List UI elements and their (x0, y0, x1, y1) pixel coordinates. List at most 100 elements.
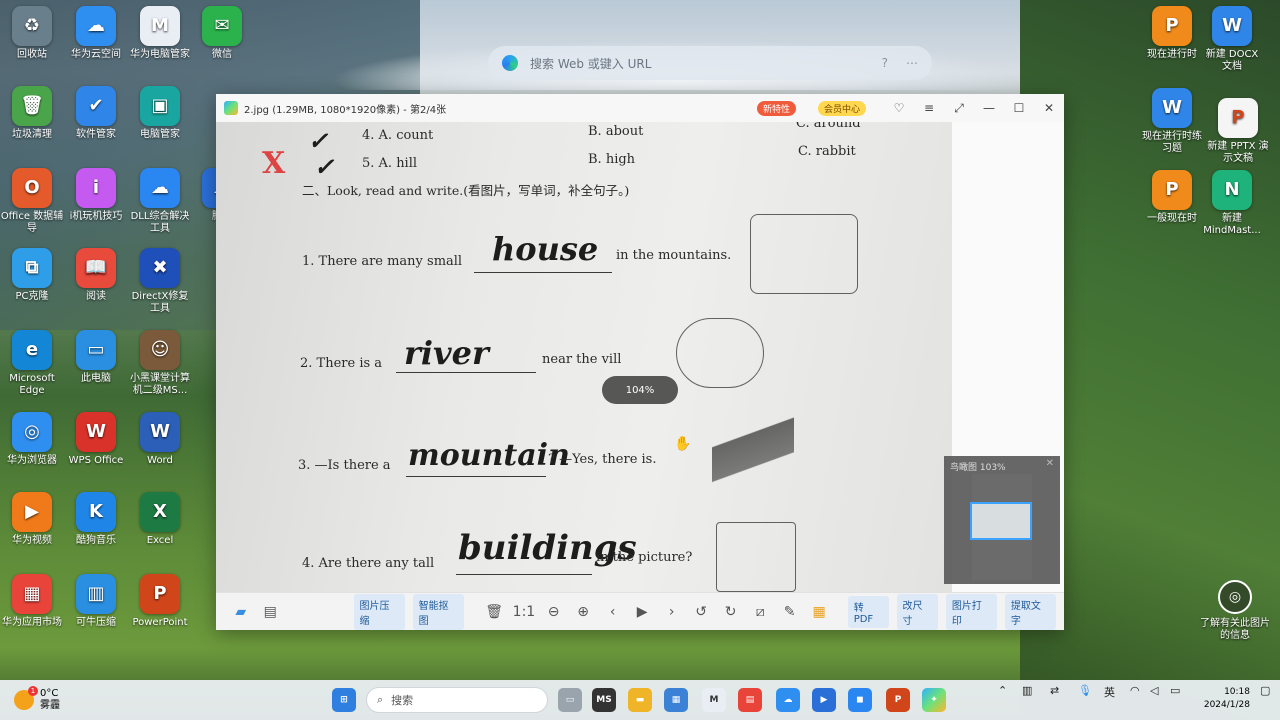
desktop-icon[interactable]: ♻ 回收站 (0, 6, 64, 61)
image-viewer-taskbar-icon[interactable]: ✦ (922, 688, 946, 712)
desktop-icon[interactable]: X Excel (128, 492, 192, 547)
close-icon[interactable]: ✕ (1034, 101, 1064, 115)
resize-button[interactable]: 改尺寸 (896, 593, 938, 630)
image-info-label[interactable]: 了解有关此图片的信息 (1198, 618, 1272, 642)
check-mark-1: ✓ (308, 126, 329, 155)
taskbar-search-label: 搜索 (391, 694, 414, 707)
navigator-viewport[interactable] (970, 502, 1032, 540)
desktop-icon[interactable]: ✖ DirectX修复工具 (128, 248, 192, 315)
taskbar-search[interactable]: ⌕ 搜索 (366, 687, 548, 713)
desktop-icon[interactable]: 📖 阅读 (64, 248, 128, 303)
image-canvas[interactable]: 4. A. count B. about C. around X ✓ ✓ 5. … (216, 122, 952, 592)
new-feature-badge[interactable]: 新特性 (756, 100, 796, 116)
show-hidden-icon[interactable]: ⌃ (998, 684, 1007, 697)
desktop-icon[interactable]: O Office 数据辅导 (0, 168, 64, 235)
desktop-icon[interactable]: W Word (128, 412, 192, 467)
rotate-left-icon[interactable]: ↺ (690, 601, 712, 623)
favorite-icon[interactable]: ♡ (884, 101, 914, 115)
volume-icon[interactable]: ◁ (1150, 684, 1158, 697)
desktop-icon[interactable]: W 新建 DOCX 文档 (1200, 6, 1264, 73)
blue-app-icon[interactable]: ▶ (812, 688, 836, 712)
ms-app-icon[interactable]: MS (592, 688, 616, 712)
help-icon[interactable]: ? (882, 56, 888, 70)
ws-line-b-c: C. rabbit (798, 144, 856, 159)
desktop-icon[interactable]: ☁ DLL综合解决工具 (128, 168, 192, 235)
desktop-icon[interactable]: ◎ 华为浏览器 (0, 412, 64, 467)
desktop-icon[interactable]: P 新建 PPTX 演示文稿 (1206, 98, 1270, 165)
desktop-icon[interactable]: ▥ 可牛压缩 (64, 574, 128, 629)
actual-size-icon[interactable]: 1:1 (513, 601, 536, 623)
desktop-icon[interactable]: ▭ 此电脑 (64, 330, 128, 385)
file-explorer-icon[interactable]: ▬ (628, 688, 652, 712)
ime-indicator[interactable]: 英 (1104, 684, 1115, 700)
fullscreen-icon[interactable]: ⤢ (944, 101, 974, 116)
desktop-icon[interactable]: W 现在进行时练习题 (1140, 88, 1204, 155)
desktop-icon-label: PowerPoint (132, 617, 188, 628)
to-pdf-button[interactable]: 转PDF (847, 595, 889, 628)
desktop-icon[interactable]: ☁ 华为云空间 (64, 6, 128, 61)
desktop-icon[interactable]: ▦ 华为应用市场 (0, 574, 64, 629)
zoom-out-icon[interactable]: ⊖ (543, 601, 565, 623)
system-clock[interactable]: 10:18 2024/1/28 (1196, 686, 1250, 712)
desktop-icon[interactable]: M 华为电脑管家 (128, 6, 192, 61)
menu-icon[interactable]: ≡ (914, 101, 944, 115)
maximize-icon[interactable]: ☐ (1004, 101, 1034, 115)
zoom-in-icon[interactable]: ⊕ (572, 601, 594, 623)
desktop-icon[interactable]: ✉ 微信 (190, 6, 254, 61)
delete-icon[interactable]: 🗑 (483, 601, 505, 623)
meeting-icon[interactable]: ◼ (848, 688, 872, 712)
desktop-icon[interactable]: i i机玩机技巧 (64, 168, 128, 223)
minimize-icon[interactable]: — (974, 101, 1004, 115)
web-search-bar[interactable]: 搜索 Web 或键入 URL ? ⋯ (488, 46, 932, 80)
gallery-icon[interactable]: ▤ (260, 601, 282, 623)
desktop-icon[interactable]: P 一般现在时 (1140, 170, 1204, 225)
slideshow-icon[interactable]: ▶ (631, 601, 653, 623)
extract-text-button[interactable]: 提取文字 (1004, 593, 1056, 630)
image-info-icon[interactable]: ◎ (1218, 580, 1252, 614)
task-view-icon[interactable]: ▭ (558, 688, 582, 712)
desktop-icon[interactable]: P 现在进行时 (1140, 6, 1204, 61)
notification-icon[interactable]: ▢ (1260, 684, 1270, 697)
rotate-right-icon[interactable]: ↻ (720, 601, 742, 623)
desktop-icon[interactable]: ▣ 电脑管家 (128, 86, 192, 141)
previous-icon[interactable]: ‹ (602, 601, 624, 623)
ws-line-a-b: B. about (588, 124, 644, 139)
battery-icon[interactable]: ▭ (1170, 684, 1180, 697)
desktop-icon[interactable]: N 新建 MindMast... (1200, 170, 1264, 237)
pc-manager-icon[interactable]: M (702, 688, 726, 712)
desktop-icon[interactable]: ☺ 小黑课堂计算机二级MS... (128, 330, 192, 397)
cloud-icon[interactable]: ☁ (776, 688, 800, 712)
next-icon[interactable]: › (661, 601, 683, 623)
compress-button[interactable]: 图片压缩 (353, 593, 405, 630)
powerpoint-taskbar-icon[interactable]: P (886, 688, 910, 712)
microphone-icon[interactable]: 🎙 (1078, 684, 1092, 697)
switch-icon[interactable]: ⇄ (1050, 684, 1059, 697)
weather-widget[interactable]: 0°C 雾霾 (14, 684, 84, 716)
desktop-icon[interactable]: 🗑 垃圾清理 (0, 86, 64, 141)
navigator-panel[interactable]: 鸟瞰图 103% ✕ (944, 456, 1060, 584)
apps-grid-icon[interactable]: ▦ (808, 601, 830, 623)
open-folder-icon[interactable]: ▰ (230, 601, 252, 623)
more-icon[interactable]: ⋯ (906, 56, 918, 70)
desktop-icon[interactable]: e Microsoft Edge (0, 330, 64, 397)
vip-center-badge[interactable]: 会员中心 (817, 100, 866, 116)
navigator-close-icon[interactable]: ✕ (1046, 458, 1054, 469)
file-icon: P (1152, 6, 1192, 46)
print-button[interactable]: 图片打印 (945, 593, 997, 630)
desktop-icon[interactable]: ✔ 软件管家 (64, 86, 128, 141)
edit-icon[interactable]: ✎ (779, 601, 801, 623)
file-icon: P (1218, 98, 1258, 138)
crop-icon[interactable]: ⧄ (749, 601, 771, 623)
start-icon[interactable]: ⊞ (332, 688, 356, 712)
appgallery-icon[interactable]: ▤ (738, 688, 762, 712)
store-icon[interactable]: ▦ (664, 688, 688, 712)
desktop-icon[interactable]: K 酷狗音乐 (64, 492, 128, 547)
desktop-icon[interactable]: ⧉ PC克隆 (0, 248, 64, 303)
monitor-icon[interactable]: ▥ (1022, 684, 1032, 697)
wifi-icon[interactable]: ◠ (1130, 684, 1140, 697)
smart-cutout-button[interactable]: 智能抠图 (412, 593, 464, 630)
desktop-icon[interactable]: W WPS Office (64, 412, 128, 467)
desktop-icon[interactable]: P PowerPoint (128, 574, 192, 629)
viewer-titlebar[interactable]: 2.jpg (1.29MB, 1080*1920像素) - 第2/4张 新特性 … (216, 94, 1064, 122)
desktop-icon[interactable]: ▶ 华为视频 (0, 492, 64, 547)
